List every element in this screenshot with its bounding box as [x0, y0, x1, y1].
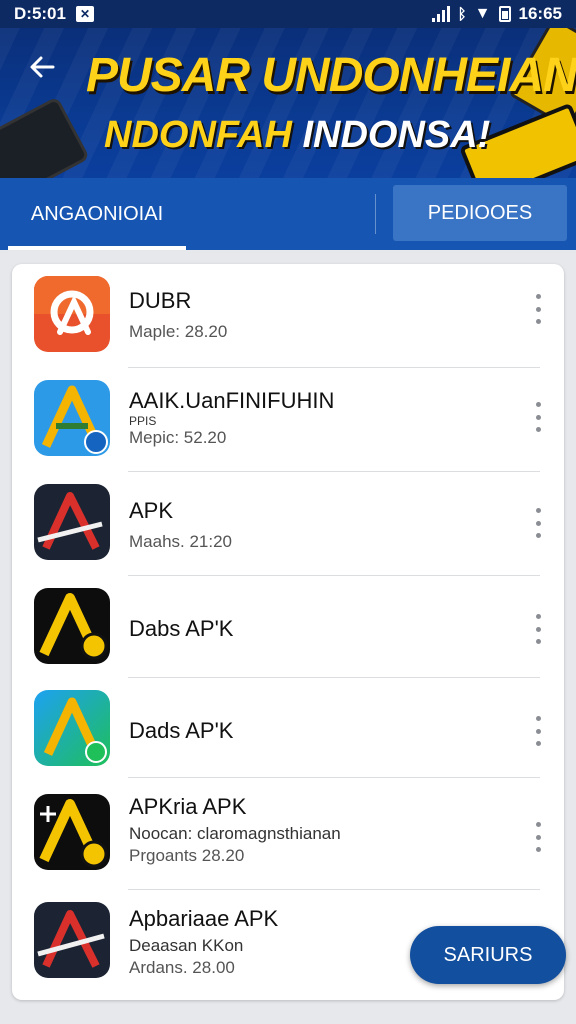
- app-name: APKria APK: [129, 794, 247, 819]
- banner-subtitle: NDONFAH INDONSA!: [104, 114, 490, 157]
- app-name: DUBR: [129, 288, 192, 313]
- app-name: APK: [129, 498, 174, 523]
- yellow-a-app-icon: [34, 588, 110, 664]
- app-name: Dads AP'K: [129, 718, 234, 743]
- list-item[interactable]: DUBR Maple: 28.20: [12, 264, 564, 368]
- image-box-icon: ✕: [75, 6, 94, 22]
- tab-divider: [375, 194, 376, 234]
- header-banner: PUSAR UNDONHEIAN NDONFAH INDONSA!: [0, 28, 576, 178]
- tab-angaonioiai[interactable]: ANGAONIOIAI: [8, 178, 186, 250]
- orange-a-app-icon: [34, 276, 110, 352]
- app-meta: Prgoants 28.20: [129, 846, 245, 865]
- banner-subtitle-yellow: NDONFAH: [104, 114, 292, 156]
- list-item[interactable]: AAIK.UanFINIFUHIN PPIS Mepic: 52.20: [12, 368, 564, 472]
- app-list: DUBR Maple: 28.20 AAIK.UanFINIFUHIN PPIS…: [12, 264, 564, 1000]
- tab-pedioores[interactable]: PEDIOOES: [393, 185, 567, 241]
- yellow-a-app-icon: [34, 794, 110, 870]
- app-meta: Maple: 28.20: [129, 322, 228, 341]
- dark-red-a-app-icon: [34, 484, 110, 560]
- list-item[interactable]: APK Maahs. 21:20: [12, 472, 564, 576]
- list-item[interactable]: APKria APK Noocan: claromagnsthianan Prg…: [12, 778, 564, 890]
- more-options-icon[interactable]: [534, 402, 542, 432]
- banner-title: PUSAR UNDONHEIAN: [86, 49, 576, 102]
- app-extra: PPIS: [129, 414, 157, 428]
- more-options-icon[interactable]: [534, 822, 542, 852]
- floating-action-button[interactable]: SARIURS: [410, 926, 566, 984]
- app-extra: Noocan: claromagnsthianan: [129, 824, 341, 843]
- more-options-icon[interactable]: [534, 614, 542, 644]
- app-name: AAIK.UanFINIFUHIN: [129, 388, 335, 413]
- status-time-left: D:5:01: [14, 4, 66, 23]
- battery-icon: [498, 6, 511, 22]
- app-meta: Maahs. 21:20: [129, 532, 233, 551]
- status-bar: D:5:01 ✕ ᛒ ▼ 16:65: [0, 0, 576, 28]
- blue-a-app-icon: [34, 380, 110, 456]
- wifi-icon: ▼: [474, 5, 491, 22]
- app-meta: Mepic: 52.20: [129, 428, 227, 447]
- green-a-app-icon: [34, 690, 110, 766]
- dark-red-a-app-icon: [34, 902, 110, 978]
- more-options-icon[interactable]: [534, 508, 542, 538]
- back-button[interactable]: [22, 50, 62, 90]
- banner-subtitle-white: INDONSA!: [302, 114, 491, 156]
- app-name: Dabs AP'K: [129, 616, 234, 641]
- status-time-right: 16:65: [518, 4, 562, 23]
- bluetooth-icon: ᛒ: [457, 5, 467, 23]
- more-options-icon[interactable]: [534, 716, 542, 746]
- list-item[interactable]: Dads AP'K: [12, 678, 564, 778]
- list-item[interactable]: Dabs AP'K: [12, 576, 564, 678]
- more-options-icon[interactable]: [534, 294, 542, 324]
- arrow-left-icon: [30, 56, 55, 77]
- signal-icon: [431, 6, 450, 22]
- tab-bar: ANGAONIOIAI PEDIOOES: [0, 178, 576, 250]
- tab-selected-indicator: [8, 246, 186, 250]
